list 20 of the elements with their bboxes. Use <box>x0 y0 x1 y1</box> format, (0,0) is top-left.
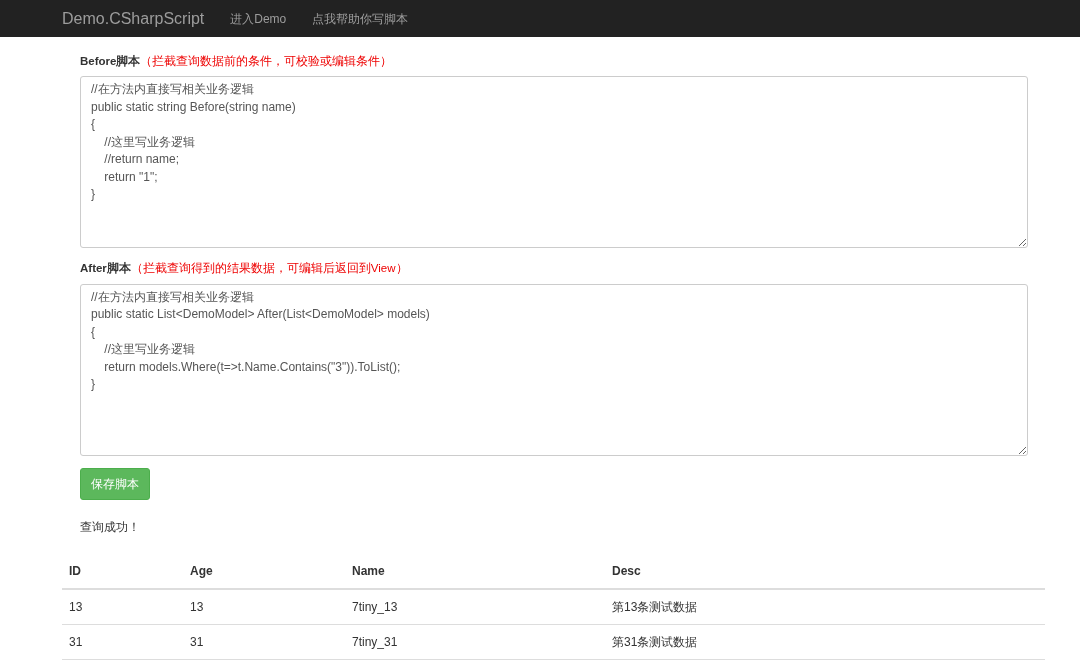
table-cell: 7tiny_13 <box>345 588 605 624</box>
code-editor[interactable]: //在方法内直接写相关业务逻辑 public static List<DemoModel> After(List<DemoModel> models) { //这里写业务逻辑 return models.Where(t=>t.Name.Contains("3")).ToList(); } <box>80 283 1028 456</box>
table-cell: 13 <box>62 588 183 624</box>
column-header: Name <box>345 553 605 589</box>
field-label: Before脚本（拦截查询数据前的条件，可校验或编辑条件） <box>80 54 394 69</box>
column-header: Age <box>183 553 345 589</box>
brand-link[interactable]: Demo.CSharpScript <box>62 6 205 31</box>
field-label: After脚本（拦截查询得到的结果数据，可编辑后返回到View） <box>80 261 409 277</box>
table-cell: 7tiny_31 <box>345 624 605 659</box>
status-message: 查询成功！ <box>80 518 141 536</box>
code-editor[interactable]: //在方法内直接写相关业务逻辑 public static string Before(string name) { //这里写业务逻辑 //return name; return "1"; } <box>80 76 1028 249</box>
nav-link[interactable]: 进入Demo <box>230 9 287 28</box>
table-cell: 31 <box>62 624 183 659</box>
table-cell: 第31条测试数据 <box>605 624 1045 659</box>
column-header: Desc <box>605 553 1045 589</box>
table-cell: 31 <box>183 624 345 659</box>
column-header: ID <box>62 553 183 589</box>
nav-link[interactable]: 点我帮助你写脚本 <box>312 9 409 28</box>
table-cell: 13 <box>183 588 345 624</box>
table-cell: 第13条测试数据 <box>605 588 1045 624</box>
